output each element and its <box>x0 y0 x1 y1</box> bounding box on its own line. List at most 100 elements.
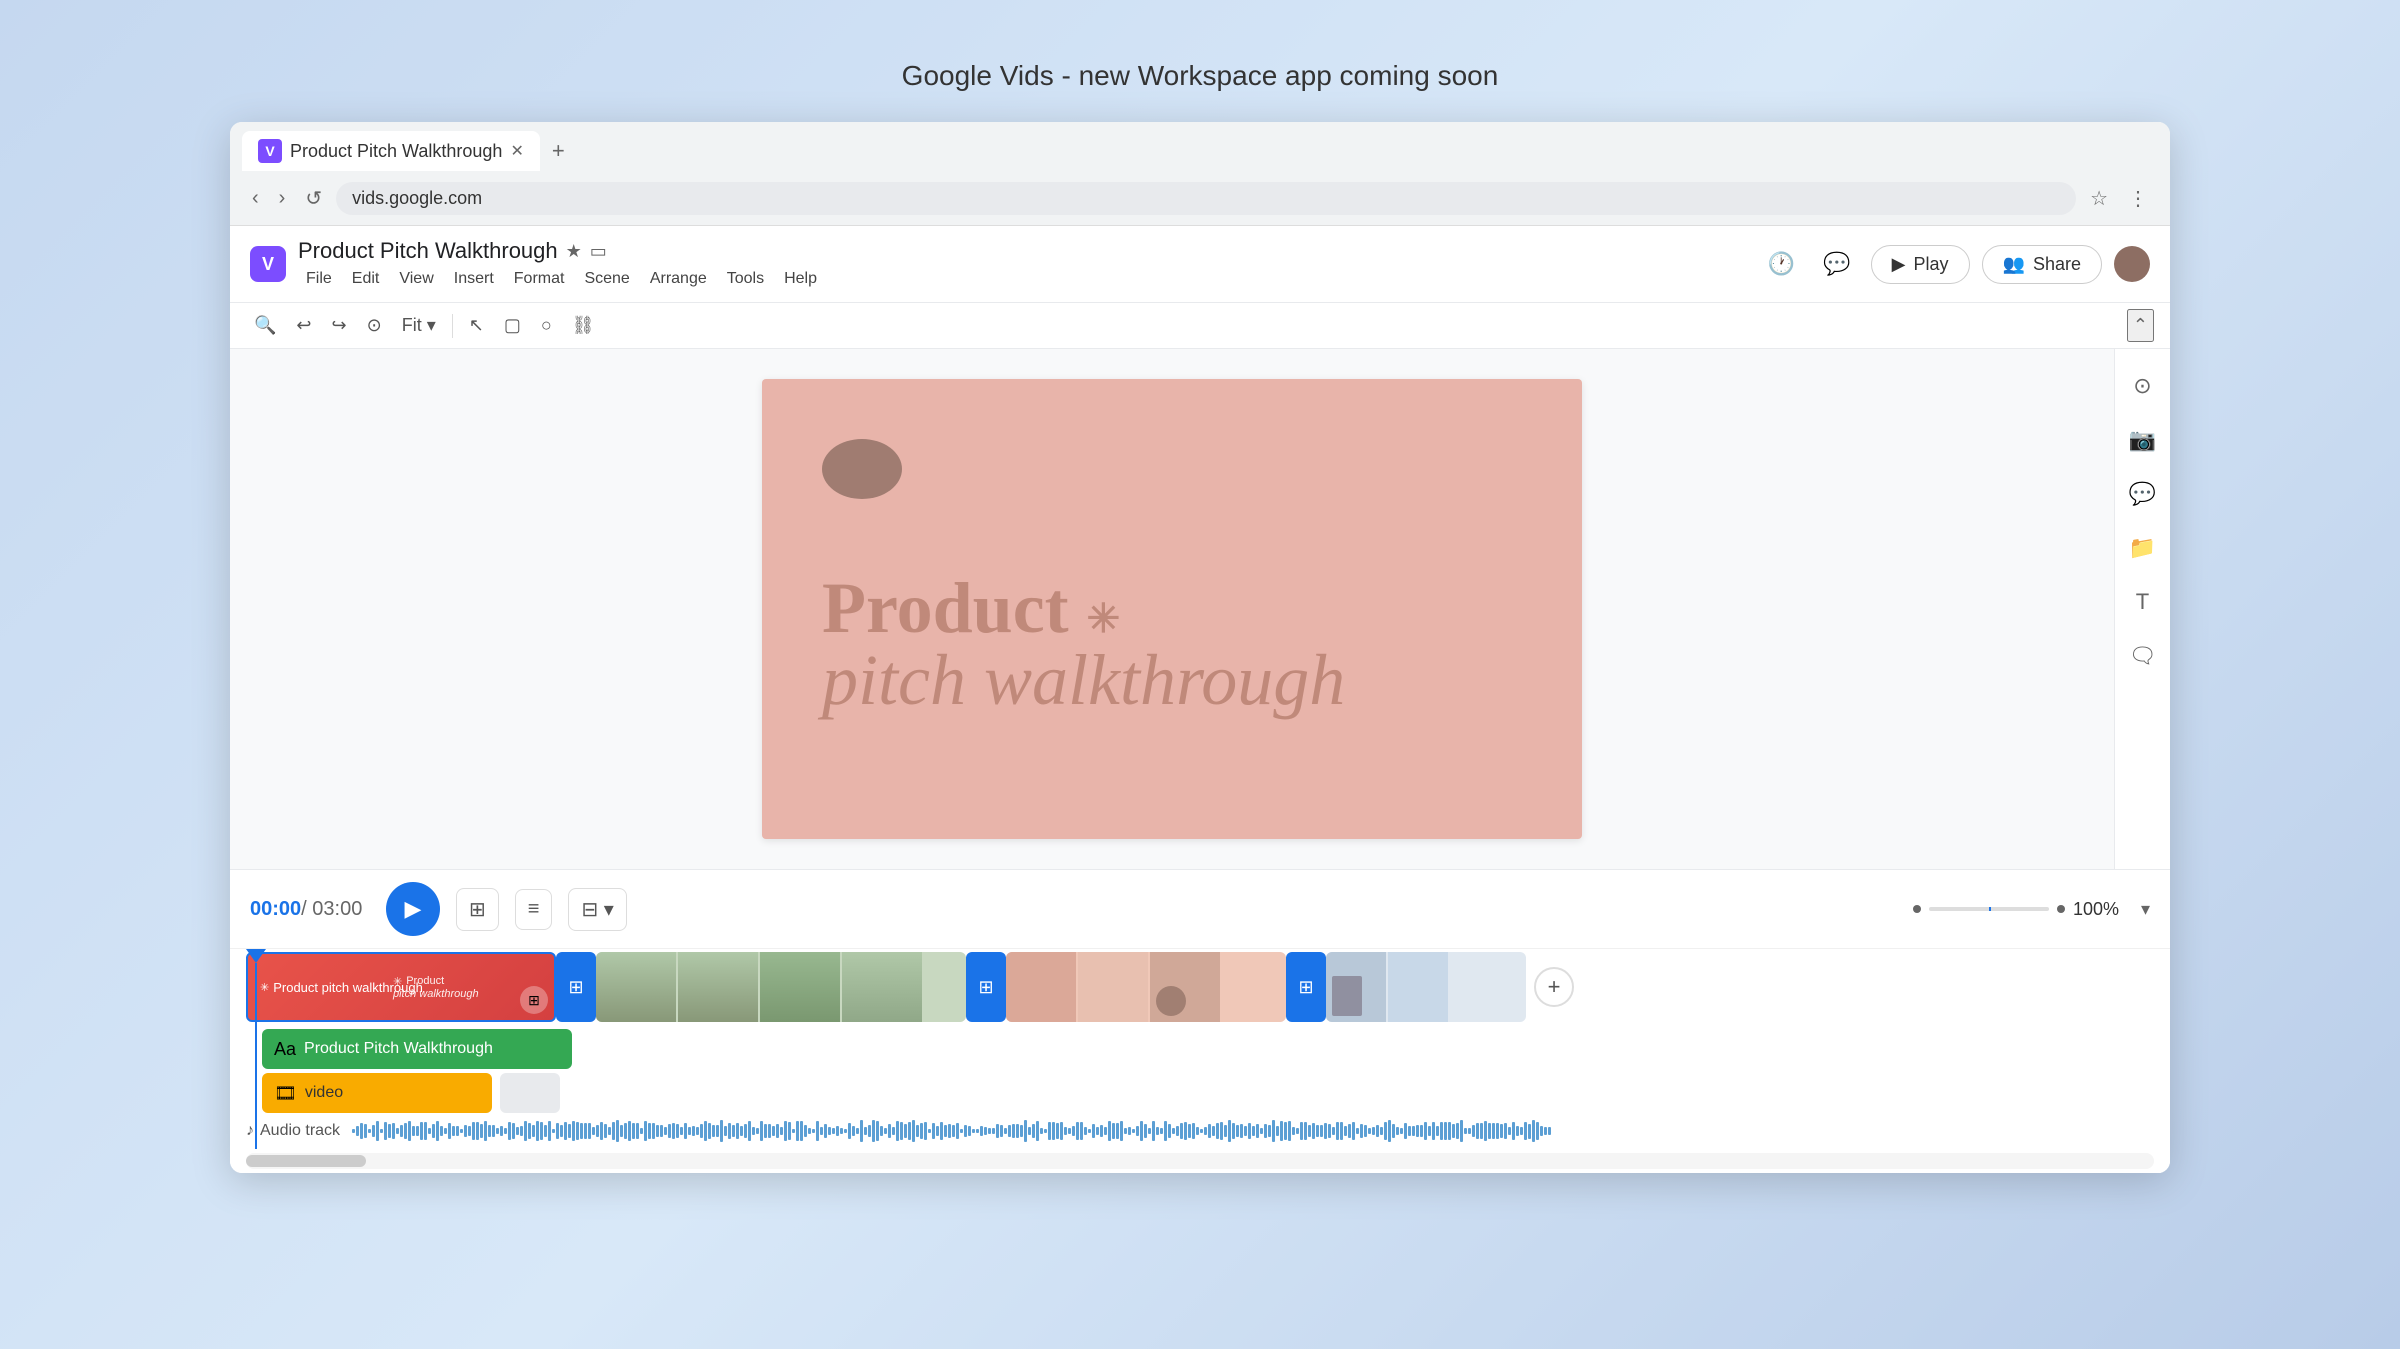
sidebar-record-icon[interactable]: ⊙ <box>2125 365 2159 407</box>
menu-edit[interactable]: Edit <box>344 268 388 290</box>
zoom-button[interactable]: 🔍 <box>246 309 284 342</box>
scene-view-button[interactable]: ⊞ <box>456 888 499 931</box>
last-thumb-1 <box>1326 952 1386 1022</box>
segment-pink[interactable] <box>1006 952 1286 1022</box>
back-button[interactable]: ‹ <box>246 181 265 216</box>
menu-format[interactable]: Format <box>506 268 573 290</box>
zoom-dot-right <box>2057 905 2065 913</box>
star-icon[interactable]: ★ <box>566 241 582 262</box>
video-thumb-4 <box>842 952 922 1022</box>
video-thumb-1 <box>596 952 676 1022</box>
video-thumb-3 <box>760 952 840 1022</box>
menu-scene[interactable]: Scene <box>576 268 637 290</box>
sidebar-comment-icon[interactable]: 💬 <box>2121 473 2164 515</box>
frame-tool[interactable]: ▢ <box>496 309 529 342</box>
select-tool[interactable]: ↖ <box>461 309 492 342</box>
comments-button[interactable]: 💬 <box>1815 243 1858 285</box>
add-segment-button[interactable]: + <box>1534 967 1574 1007</box>
tab-title: Product Pitch Walkthrough <box>290 141 502 162</box>
toolbar-collapse-button[interactable]: ⌃ <box>2127 309 2154 342</box>
video-thumb-2 <box>678 952 758 1022</box>
oval-tool[interactable]: ○ <box>533 309 560 342</box>
last-thumb-2 <box>1388 952 1448 1022</box>
zoom-control: 100% ▾ <box>1913 899 2150 920</box>
scene-marker-2[interactable]: ⊞ <box>966 952 1006 1022</box>
timeline-play-button[interactable]: ▶ <box>386 882 440 936</box>
user-avatar[interactable] <box>2114 246 2150 282</box>
current-time: 00:00 <box>250 898 301 920</box>
app-title: Product Pitch Walkthrough ★ ▭ <box>298 238 1760 264</box>
share-button[interactable]: 👥 Share <box>1982 245 2102 284</box>
segment-last[interactable] <box>1326 952 1526 1022</box>
browser-window: V Product Pitch Walkthrough ✕ + ‹ › ↺ vi… <box>230 122 2170 1173</box>
audio-track-label: ♪ Audio track <box>246 1122 340 1140</box>
scrollbar-area[interactable] <box>246 1153 2154 1169</box>
pink-thumb-3 <box>1150 952 1220 1022</box>
video-track-icon: 🎞 <box>274 1083 297 1104</box>
app-menu: File Edit View Insert Format Scene Arran… <box>298 268 1760 290</box>
yellow-track[interactable]: 🎞 video <box>262 1073 492 1113</box>
browser-tab-active[interactable]: V Product Pitch Walkthrough ✕ <box>242 131 540 171</box>
menu-tools[interactable]: Tools <box>719 268 772 290</box>
new-tab-button[interactable]: + <box>544 130 573 172</box>
green-track[interactable]: Aa Product Pitch Walkthrough <box>262 1029 572 1069</box>
app-logo: V <box>250 246 286 282</box>
lower-tracks: Aa Product Pitch Walkthrough 🎞 video <box>246 1025 2154 1113</box>
tab-favicon: V <box>258 139 282 163</box>
green-track-label: Product Pitch Walkthrough <box>304 1040 493 1058</box>
forward-button[interactable]: › <box>273 181 292 216</box>
zoom-slider[interactable] <box>1929 907 2049 911</box>
sidebar-text-icon[interactable]: T <box>2128 581 2157 623</box>
zoom-percent: 100% <box>2073 899 2133 920</box>
slide-title-line1: Product ✳ <box>822 572 1345 644</box>
audio-waveform <box>352 1119 2154 1143</box>
slide-canvas: Product ✳ pitch walkthrough <box>762 379 1582 839</box>
history-button[interactable]: 🕐 <box>1760 243 1803 285</box>
time-display: 00:00/ 03:00 <box>250 898 370 921</box>
timeline-view-button[interactable]: ⊟ ▾ <box>568 888 626 931</box>
scrollbar-thumb[interactable] <box>246 1155 366 1167</box>
menu-file[interactable]: File <box>298 268 340 290</box>
sidebar-camera-icon[interactable]: 📷 <box>2121 419 2164 461</box>
lower-row-yellow: 🎞 video <box>262 1073 2138 1113</box>
slide-avatar <box>822 439 902 499</box>
redo-button[interactable]: ↪ <box>324 309 355 342</box>
timeline-controls: 00:00/ 03:00 ▶ ⊞ ≡ ⊟ ▾ 100% ▾ <box>230 870 2170 949</box>
text-track-icon: Aa <box>274 1039 296 1060</box>
pink-thumb-2 <box>1078 952 1148 1022</box>
play-icon: ▶ <box>1892 254 1906 275</box>
app-title-section: Product Pitch Walkthrough ★ ▭ File Edit … <box>298 238 1760 290</box>
tab-close-icon[interactable]: ✕ <box>510 141 523 161</box>
menu-insert[interactable]: Insert <box>446 268 502 290</box>
app-header: V Product Pitch Walkthrough ★ ▭ File Edi… <box>230 226 2170 303</box>
scene-marker-1[interactable]: ⊞ <box>556 952 596 1022</box>
more-button[interactable]: ⋮ <box>2122 180 2154 217</box>
sidebar-chat-icon[interactable]: 🗨 <box>2121 635 2165 677</box>
slide-title-line2: pitch walkthrough <box>822 644 1345 716</box>
fit-button[interactable]: Fit ▾ <box>394 309 444 342</box>
link-tool[interactable]: ⛓ <box>564 309 603 342</box>
zoom-dropdown-arrow[interactable]: ▾ <box>2141 899 2150 920</box>
menu-arrange[interactable]: Arrange <box>642 268 715 290</box>
zoom-reset-button[interactable]: ⊙ <box>359 309 390 342</box>
segment-video[interactable] <box>596 952 966 1022</box>
yellow-track-label: video <box>305 1084 343 1102</box>
undo-button[interactable]: ↩ <box>288 309 319 342</box>
browser-tabs: V Product Pitch Walkthrough ✕ + <box>230 122 2170 172</box>
share-icon: 👥 <box>2003 254 2025 275</box>
menu-help[interactable]: Help <box>776 268 825 290</box>
music-icon: ♪ <box>246 1122 254 1140</box>
scene-marker-3[interactable]: ⊞ <box>1286 952 1326 1022</box>
present-mode-icon[interactable]: ▭ <box>590 241 607 262</box>
play-button[interactable]: ▶ Play <box>1871 245 1970 284</box>
audio-track: ♪ Audio track <box>246 1113 2154 1145</box>
app-area: V Product Pitch Walkthrough ★ ▭ File Edi… <box>230 226 2170 1173</box>
refresh-button[interactable]: ↺ <box>299 180 328 217</box>
sidebar-folder-icon[interactable]: 📁 <box>2121 527 2164 569</box>
list-view-button[interactable]: ≡ <box>515 889 553 930</box>
address-bar[interactable]: vids.google.com <box>336 182 2076 215</box>
gray-track-ext <box>500 1073 560 1113</box>
menu-view[interactable]: View <box>391 268 441 290</box>
segment-red[interactable]: ✳ Product pitch walkthrough ✳ Product pi… <box>246 952 556 1022</box>
bookmark-button[interactable]: ☆ <box>2084 180 2114 217</box>
